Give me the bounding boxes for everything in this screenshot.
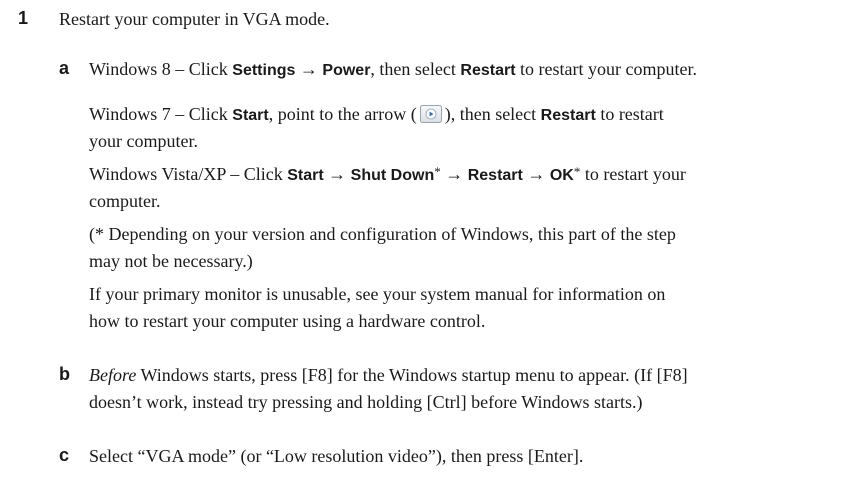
before-emphasis: Before	[89, 365, 137, 385]
restart-label: Restart	[460, 62, 516, 79]
windows-vista-instruction: Windows Vista/XP – Click Start → Shut Do…	[89, 164, 686, 184]
footnote-line-2: may not be necessary.)	[89, 251, 253, 271]
windows-vista-label: Windows Vista/XP	[89, 164, 226, 184]
restart-label: Restart	[467, 167, 523, 184]
substep-letter-c: c	[59, 445, 70, 465]
play-arrow-button-icon	[419, 105, 442, 123]
monitor-note-line-2: how to restart your computer using a har…	[89, 311, 486, 331]
power-label: Power	[322, 62, 371, 79]
substep-letter-a: a	[59, 58, 70, 78]
windows-8-label: Windows 8	[89, 59, 171, 79]
windows-7-instruction-cont: your computer.	[89, 131, 198, 151]
ok-label: OK	[549, 167, 574, 184]
substep-b-line-1: Before Windows starts, press [F8] for th…	[89, 365, 688, 385]
windows-8-instruction: Windows 8 – Click Settings → Power, then…	[89, 59, 697, 79]
start-label: Start	[232, 107, 269, 124]
windows-vista-instruction-cont: computer.	[89, 191, 161, 211]
footnote-line-1: (* Depending on your version and configu…	[89, 224, 676, 244]
monitor-note-line-1: If your primary monitor is unusable, see…	[89, 284, 666, 304]
windows-7-label: Windows 7	[89, 104, 171, 124]
step-number: 1	[18, 8, 29, 28]
substep-b-line-2: doesn’t work, instead try pressing and h…	[89, 392, 643, 412]
step-text: Restart your computer in VGA mode.	[59, 9, 330, 29]
settings-label: Settings	[232, 62, 296, 79]
start-label: Start	[287, 167, 324, 184]
substep-letter-b: b	[59, 364, 70, 384]
restart-label: Restart	[540, 107, 596, 124]
windows-7-instruction: Windows 7 – Click Start, point to the ar…	[89, 104, 664, 124]
substep-c-text: Select “VGA mode” (or “Low resolution vi…	[89, 446, 584, 466]
shut-down-label: Shut Down	[350, 167, 435, 184]
